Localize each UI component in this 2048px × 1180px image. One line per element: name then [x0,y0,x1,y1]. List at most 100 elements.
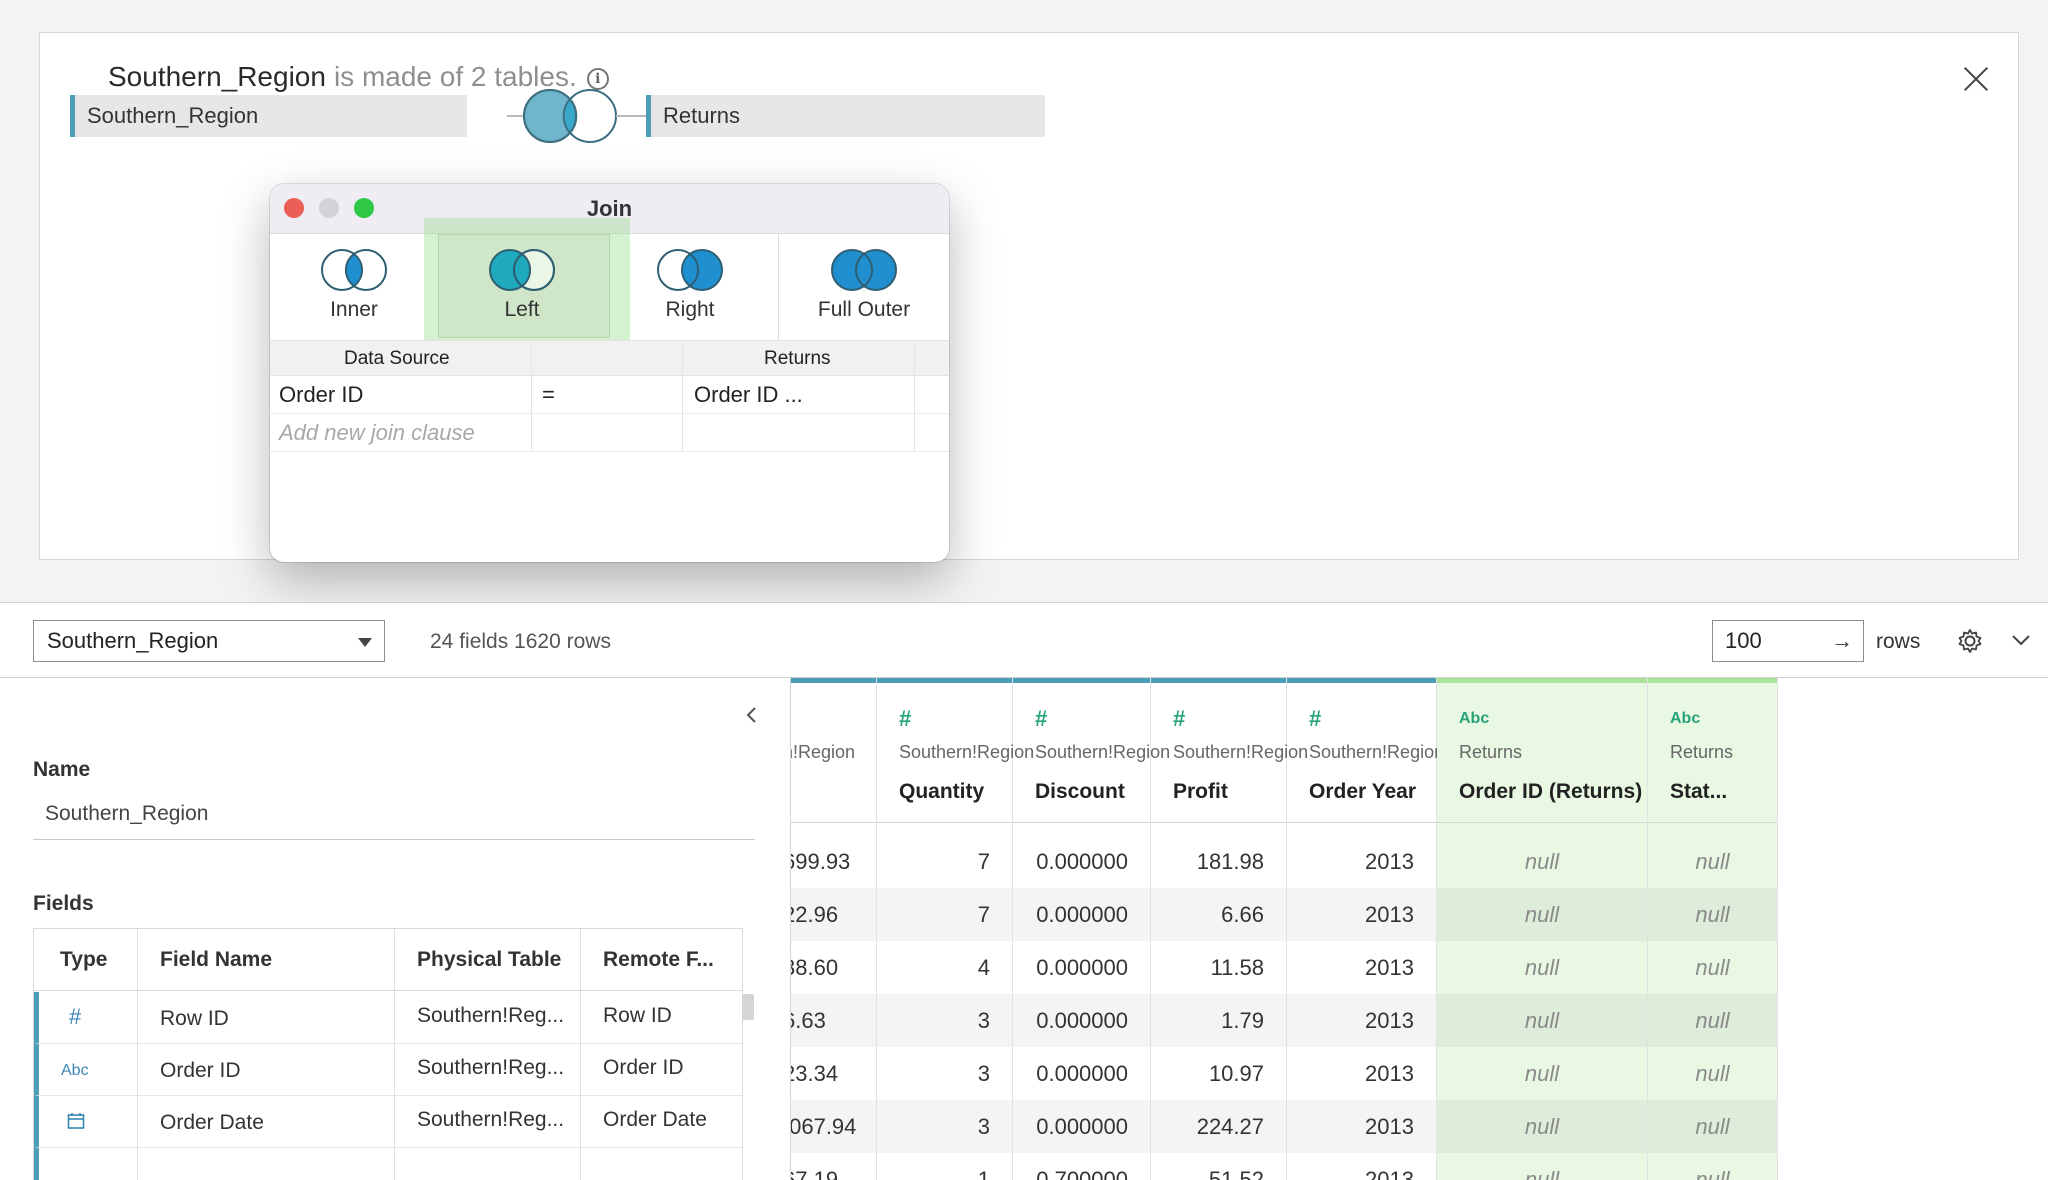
grid-cell[interactable]: 0.000000 [1013,1100,1150,1153]
grid-cell[interactable]: 0.000000 [1013,1047,1150,1100]
grid-cell[interactable]: 699.93 [791,835,876,888]
column-header[interactable]: # Southern!Region Quantity [877,678,1034,823]
gear-icon[interactable] [1956,627,1984,655]
column-header[interactable]: Abc Returns Stat... [1648,678,1777,823]
grid-cell[interactable]: 38.60 [791,941,876,994]
grid-cell[interactable]: null [1648,1100,1777,1153]
info-icon[interactable]: i [586,68,609,90]
grid-cell[interactable]: 67.19 [791,1153,876,1180]
join-type-full-outer[interactable]: Full Outer [778,234,949,340]
grid-cell[interactable]: null [1648,941,1777,994]
grid-cell[interactable]: 2013 [1287,835,1436,888]
grid-cell[interactable]: 2013 [1287,941,1436,994]
column-field-name[interactable]: Order Year [1309,780,1416,804]
string-type-icon[interactable]: Abc [1459,710,1489,728]
fields-scrollbar[interactable] [742,994,754,1020]
grid-cell[interactable]: 2013 [1287,1100,1436,1153]
grid-cell[interactable]: 6.63 [791,994,876,1047]
join-clause-row[interactable]: Order ID = Order ID ... [270,376,949,414]
grid-cell[interactable]: 3 [877,1100,1012,1153]
grid-cell[interactable]: 7 [877,835,1012,888]
grid-cell[interactable]: 181.98 [1151,835,1286,888]
col-field-name[interactable]: Field Name [160,948,272,972]
grid-cell[interactable]: 0.000000 [1013,888,1150,941]
clause-right-field[interactable]: Order ID ... [694,382,803,408]
grid-cell[interactable]: 0.700000 [1013,1153,1150,1180]
grid-cell[interactable]: 10.97 [1151,1047,1286,1100]
grid-cell[interactable]: null [1648,1153,1777,1180]
add-join-clause-row[interactable]: Add new join clause [270,414,949,452]
col-remote-field[interactable]: Remote F... [603,948,714,972]
grid-cell[interactable]: 4 [877,941,1012,994]
column-field-name[interactable]: Quantity [899,780,984,804]
join-type-left[interactable]: Left [424,218,630,344]
grid-cell[interactable]: 22.96 [791,888,876,941]
column-header[interactable]: n!Region [791,678,876,823]
grid-cell[interactable]: 23.34 [791,1047,876,1100]
source-select[interactable]: Southern_Region [33,620,385,662]
number-type-icon[interactable]: # [69,1004,81,1030]
col-type[interactable]: Type [60,948,107,972]
column-header[interactable]: # Southern!Region Discount [1013,678,1170,823]
grid-cell[interactable]: null [1437,994,1647,1047]
left-table-box[interactable]: Southern_Region [70,95,467,137]
grid-cell[interactable]: null [1648,888,1777,941]
clause-operator[interactable]: = [542,382,555,408]
grid-cell[interactable]: 0.000000 [1013,835,1150,888]
grid-cell[interactable]: 1.79 [1151,994,1286,1047]
number-type-icon[interactable]: # [1173,706,1185,732]
number-type-icon[interactable]: # [1309,706,1321,732]
column-field-name[interactable]: Discount [1035,780,1125,804]
column-field-name[interactable]: Profit [1173,780,1228,804]
grid-cell[interactable]: 0.000000 [1013,994,1150,1047]
grid-cell[interactable]: 3 [877,994,1012,1047]
grid-cell[interactable]: null [1648,1047,1777,1100]
right-table-box[interactable]: Returns [646,95,1045,137]
grid-cell[interactable]: ,067.94 [791,1100,876,1153]
column-header[interactable]: Abc Returns Order ID (Returns) [1437,678,1647,823]
column-header[interactable]: # Southern!Region Profit [1151,678,1308,823]
grid-cell[interactable]: null [1648,994,1777,1047]
add-join-clause[interactable]: Add new join clause [279,420,475,446]
calendar-icon[interactable] [67,1112,85,1130]
grid-cell[interactable]: null [1437,1153,1647,1180]
join-type-inner[interactable]: Inner [270,234,438,340]
grid-cell[interactable]: 2013 [1287,1047,1436,1100]
number-type-icon[interactable]: # [1035,706,1047,732]
grid-cell[interactable]: null [1437,1047,1647,1100]
join-venn-icon[interactable] [522,88,618,144]
grid-cell[interactable]: null [1437,941,1647,994]
grid-cell[interactable]: 224.27 [1151,1100,1286,1153]
grid-cell[interactable]: null [1437,888,1647,941]
grid-cell[interactable]: 1 [877,1153,1012,1180]
col-physical-table[interactable]: Physical Table [417,948,561,972]
grid-cell[interactable]: null [1648,835,1777,888]
grid-cell[interactable]: 2013 [1287,1153,1436,1180]
grid-cell[interactable]: 3 [877,1047,1012,1100]
grid-cell[interactable]: null [1437,1100,1647,1153]
chevron-down-icon[interactable] [2010,629,2032,651]
grid-cell[interactable]: 0.000000 [1013,941,1150,994]
column-field-name[interactable]: Stat... [1670,780,1727,804]
string-type-icon[interactable]: Abc [1670,710,1700,728]
table-row[interactable]: Abc Order ID Southern!Reg... Order ID [34,1044,742,1096]
rows-input[interactable]: 100 → [1712,620,1864,662]
grid-cell[interactable]: 11.58 [1151,941,1286,994]
column-field-name[interactable]: Order ID (Returns) [1459,780,1642,804]
column-header[interactable]: # Southern!Region Order Year [1287,678,1444,823]
arrow-right-icon[interactable]: → [1831,621,1853,661]
close-icon[interactable] [1958,61,1994,97]
grid-cell[interactable]: 7 [877,888,1012,941]
table-row[interactable] [34,1148,742,1180]
grid-cell[interactable]: 2013 [1287,888,1436,941]
string-type-icon[interactable]: Abc [61,1062,89,1080]
number-type-icon[interactable]: # [899,706,911,732]
grid-cell[interactable]: 2013 [1287,994,1436,1047]
join-type-right[interactable]: Right [606,234,774,340]
grid-cell[interactable]: -51.52 [1151,1153,1286,1180]
grid-cell[interactable]: 6.66 [1151,888,1286,941]
chevron-left-icon[interactable] [742,704,762,726]
table-row[interactable]: # Row ID Southern!Reg... Row ID [34,992,742,1044]
table-row[interactable]: Order Date Southern!Reg... Order Date [34,1096,742,1148]
name-field[interactable]: Southern_Region [33,796,755,840]
